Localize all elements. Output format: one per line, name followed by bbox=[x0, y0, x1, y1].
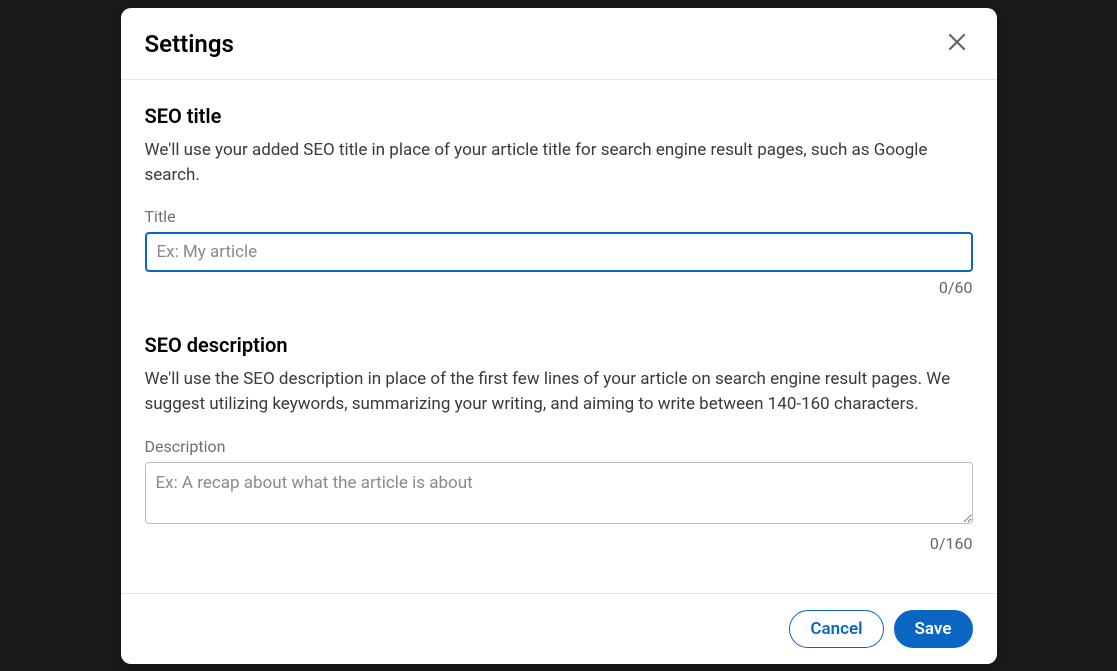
seo-title-section: SEO title We'll use your added SEO title… bbox=[145, 104, 973, 297]
seo-description-counter: 0/160 bbox=[145, 534, 973, 553]
seo-description-explain: We'll use the SEO description in place o… bbox=[145, 367, 973, 416]
modal-backdrop: Settings SEO title We'll use your added … bbox=[0, 0, 1117, 671]
modal-header: Settings bbox=[121, 8, 997, 80]
seo-description-section: SEO description We'll use the SEO descri… bbox=[145, 333, 973, 552]
seo-title-explain: We'll use your added SEO title in place … bbox=[145, 138, 973, 187]
settings-modal: Settings SEO title We'll use your added … bbox=[121, 8, 997, 664]
save-button[interactable]: Save bbox=[894, 610, 973, 648]
seo-description-label: Description bbox=[145, 437, 973, 456]
seo-title-input[interactable] bbox=[145, 232, 973, 272]
cancel-button[interactable]: Cancel bbox=[789, 610, 883, 648]
seo-description-heading: SEO description bbox=[145, 333, 973, 357]
modal-footer: Cancel Save bbox=[121, 593, 997, 664]
seo-title-heading: SEO title bbox=[145, 104, 973, 128]
seo-title-label: Title bbox=[145, 207, 973, 226]
modal-title: Settings bbox=[145, 30, 234, 58]
seo-description-input[interactable] bbox=[145, 462, 973, 524]
close-button[interactable] bbox=[941, 26, 973, 61]
close-icon bbox=[945, 30, 969, 57]
seo-title-counter: 0/60 bbox=[145, 278, 973, 297]
modal-body: SEO title We'll use your added SEO title… bbox=[121, 80, 997, 593]
